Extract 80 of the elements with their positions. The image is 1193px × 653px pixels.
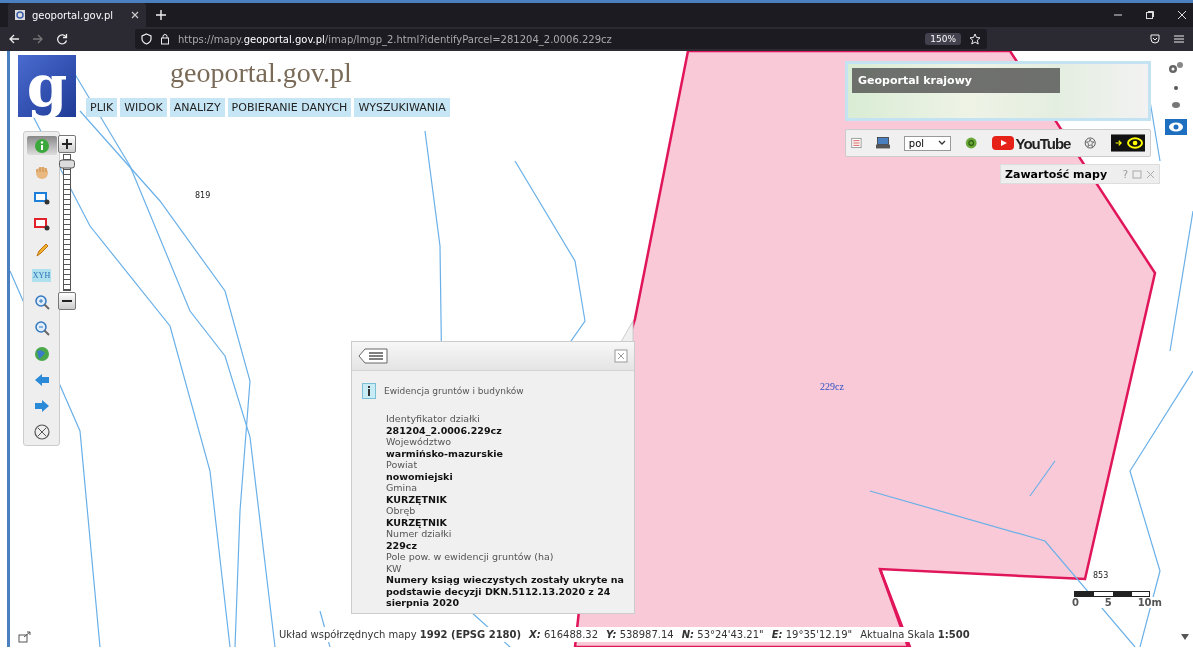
forward-icon[interactable] (32, 33, 44, 45)
overview-title: Geoportal krajowy (852, 68, 1060, 93)
help-icon[interactable] (965, 135, 978, 151)
language-select[interactable]: pol (903, 135, 952, 151)
site-title: geoportal.gov.pl (170, 57, 352, 89)
logo-mark: g (18, 55, 76, 117)
legend-icon[interactable] (851, 136, 862, 150)
scroll-down-icon[interactable] (1180, 633, 1190, 641)
eye-icon[interactable] (1165, 119, 1187, 135)
eye-icon[interactable] (1171, 101, 1181, 109)
address-bar[interactable]: https://mapy.geoportal.gov.pl/imap/Imgp_2.html?identifyParcel=281204_2.0006.229cz 150% (135, 29, 987, 49)
dot-icon (1173, 85, 1179, 91)
coordinate-value: N: 53°24'43.21" (681, 629, 764, 640)
info-icon (362, 383, 376, 399)
scale-label: 5 (1104, 597, 1112, 608)
favicon-icon (14, 9, 26, 21)
zoom-slider-thumb[interactable] (59, 159, 75, 169)
browser-tab[interactable]: geoportal.gov.pl (8, 3, 146, 27)
info-icon (32, 136, 51, 155)
play-icon (991, 135, 1014, 151)
zoom-level[interactable]: 150% (925, 33, 961, 45)
map-label: 853 (1093, 571, 1109, 580)
popup-title: Ewidencja gruntów i budynków (384, 386, 524, 396)
coordinate-value: X: 616488.32 (529, 629, 599, 640)
coordinate-value: E: 19°35'12.19" (771, 629, 853, 640)
globe-icon (32, 344, 51, 363)
menu-item[interactable]: WYSZUKIWANIA (354, 98, 450, 117)
expand-icon[interactable] (18, 631, 32, 643)
field-value: KURZĘTNIK (386, 493, 448, 505)
field-label: Powiat (386, 459, 419, 471)
scale-label: 0 (1072, 597, 1079, 608)
map-scale: Aktualna Skala 1:500 (860, 629, 970, 640)
close-icon[interactable] (130, 10, 140, 20)
zoom-in-button[interactable] (58, 135, 76, 153)
menu-item[interactable]: PLIK (86, 98, 118, 117)
field-label: Identyfikator działki (386, 413, 481, 425)
plus-icon (61, 138, 73, 150)
panel-title: Zawartość mapy (1005, 167, 1109, 181)
menu-item[interactable]: WIDOK (120, 98, 167, 117)
overview-map[interactable]: Geoportal krajowy (845, 61, 1151, 121)
coordinate-system: Układ współrzędnych mapy 1992 (EPSG 2180) (279, 629, 522, 640)
map-label: 229cz (820, 381, 844, 392)
shield-icon (141, 33, 152, 45)
list-icon[interactable] (358, 348, 388, 364)
field-value: KURZĘTNIK (386, 516, 448, 528)
field-label: KW (386, 562, 403, 574)
tool-button[interactable]: XYH (26, 266, 57, 285)
star-icon[interactable] (969, 33, 981, 45)
menu-item[interactable]: POBIERANIE DANYCH (227, 98, 352, 117)
zoom-in-icon (32, 292, 51, 311)
url-text: https://mapy.geoportal.gov.pl/imap/Imgp_2.html?identifyParcel=281204_2.0006.229cz (178, 33, 613, 45)
field-label: Obręb (386, 505, 417, 517)
zoom-out-button[interactable] (58, 292, 76, 310)
back-icon[interactable] (8, 33, 20, 45)
pocket-icon[interactable] (1149, 33, 1161, 45)
zoom-out-icon (32, 318, 51, 337)
restore-icon[interactable] (1145, 10, 1155, 20)
field-value: nowomiejski (386, 470, 454, 482)
field-label: Gmina (386, 482, 419, 494)
field-label: Województwo (386, 436, 453, 448)
map-label: 819 (195, 191, 211, 200)
youtube-link[interactable]: YouTube (991, 134, 1071, 152)
lock-icon (160, 33, 170, 45)
menu-item[interactable]: ANALIZY (169, 98, 225, 117)
field-value: warmińsko-mazurskie (386, 447, 504, 459)
settings-icon[interactable] (1168, 61, 1184, 75)
field-value: 281204_2.0006.229cz (386, 424, 503, 436)
reload-icon[interactable] (56, 33, 68, 45)
scale-label: 10m (1137, 597, 1162, 608)
computer-icon[interactable] (875, 135, 890, 151)
contrast-eye-icon[interactable] (1110, 132, 1145, 154)
field-label: Numer działki (386, 528, 453, 540)
caret-icon (938, 140, 947, 146)
field-value: 229cz (386, 539, 418, 551)
crosshair-icon (32, 422, 51, 441)
field-value: Numery ksiąg wieczystych zostały ukryte na podstawie decyzji DKN.5112.13.2020 z 24 sierpnia 2020 (386, 574, 626, 609)
coordinate-value: Y: 538987.14 (606, 629, 674, 640)
menu-icon[interactable] (1173, 33, 1185, 45)
field-label: Pole pow. w ewidencji gruntów (ha) (386, 551, 555, 563)
tab-title: geoportal.gov.pl (32, 9, 115, 21)
